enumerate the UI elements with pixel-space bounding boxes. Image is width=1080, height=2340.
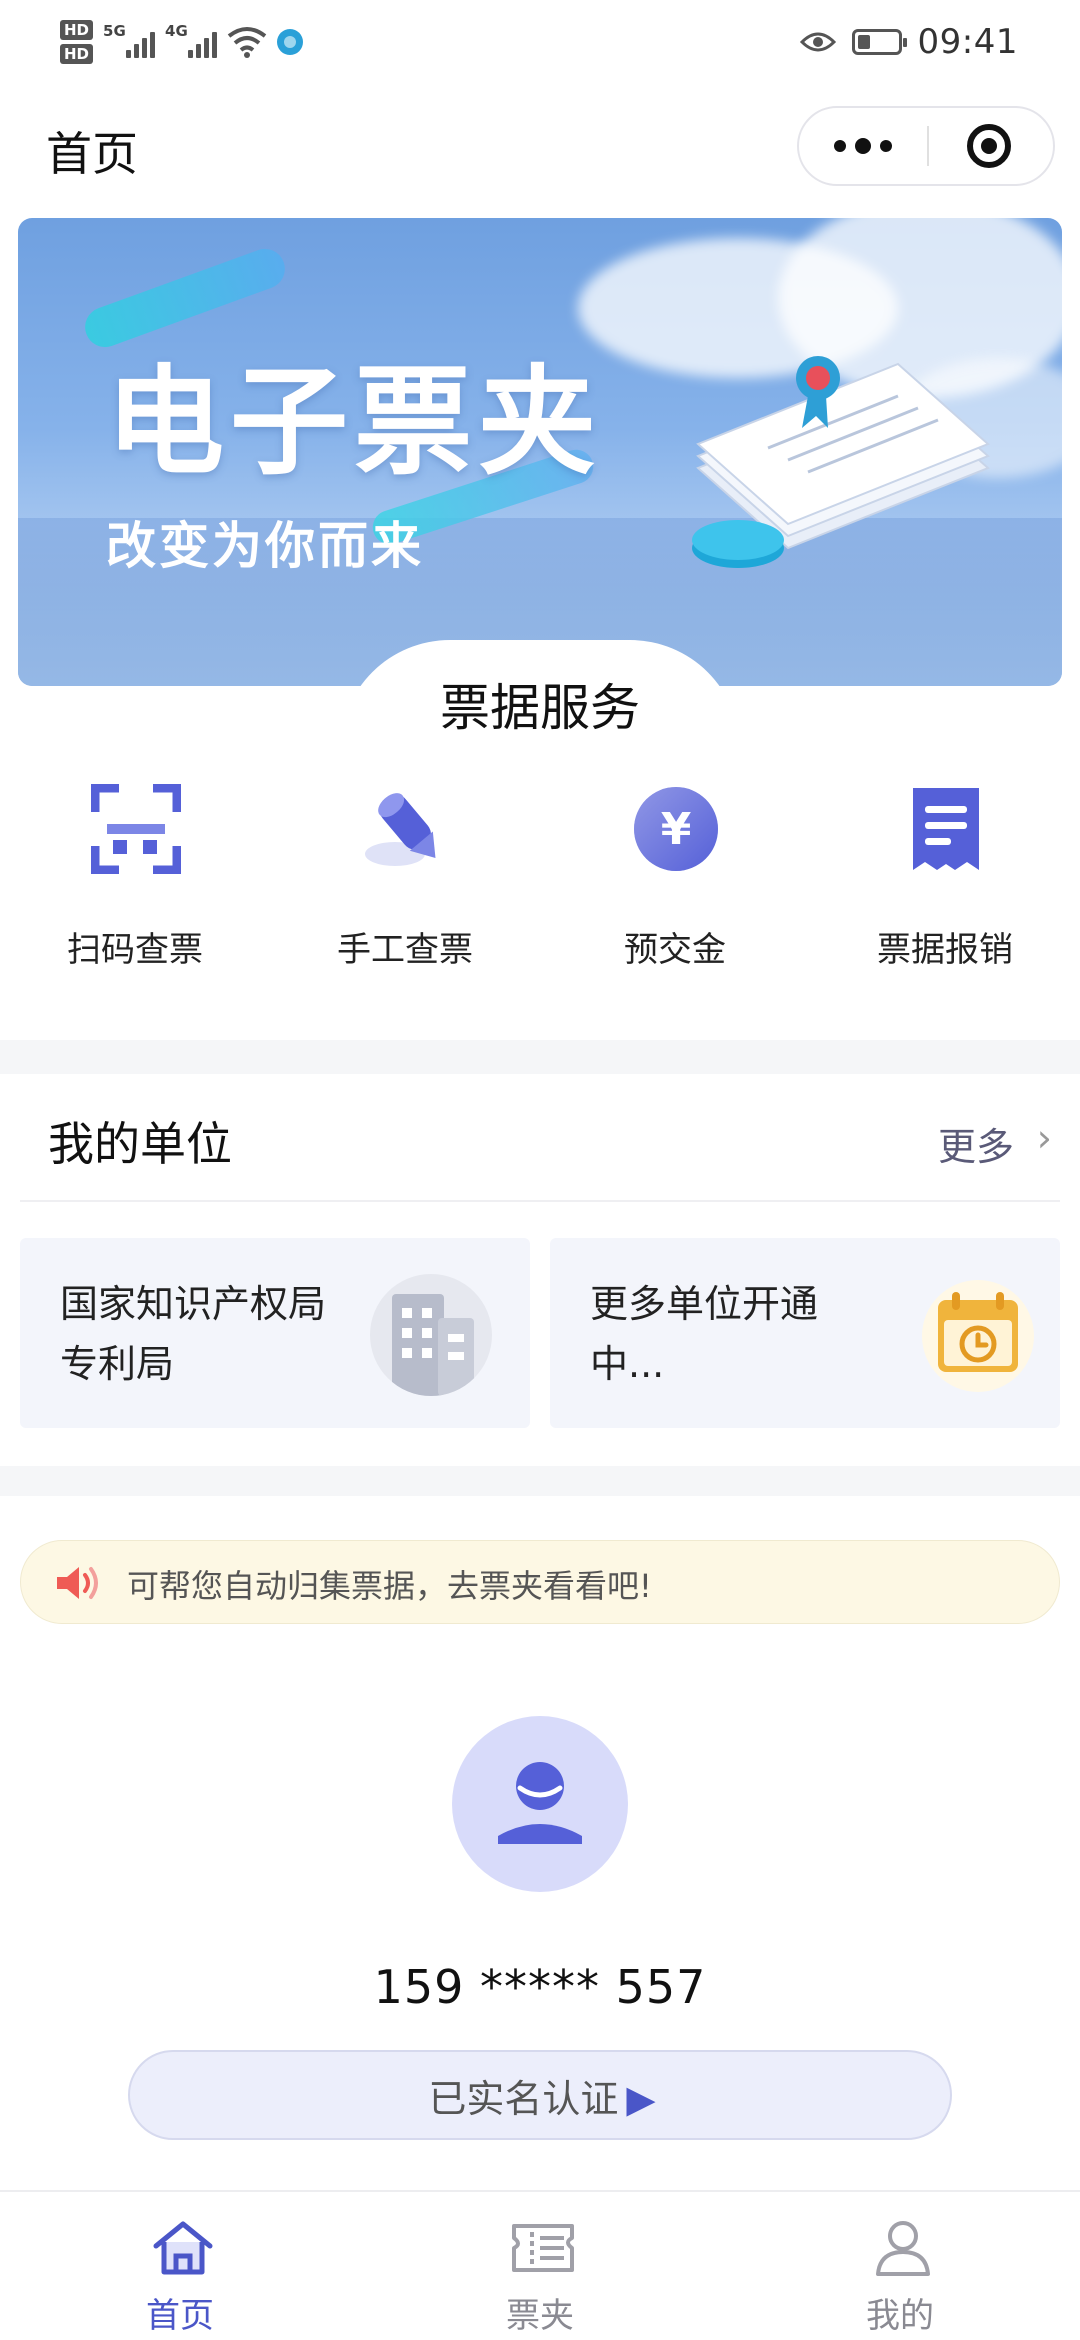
- tab-label: 票夹: [506, 2296, 574, 2336]
- verification-status-button[interactable]: 已实名认证 ▶: [128, 2050, 952, 2140]
- verify-label-row: 已实名认证 ▶: [130, 2068, 954, 2123]
- notice-bar[interactable]: 可帮您自动归集票据，去票夹看看吧!: [20, 1540, 1060, 1624]
- tab-label: 我的: [866, 2296, 934, 2336]
- service-label: 预交金: [624, 930, 726, 970]
- service-label: 扫码查票: [67, 930, 203, 970]
- documents-illustration-icon: [692, 356, 990, 568]
- tab-mine[interactable]: 我的: [720, 2192, 1080, 2340]
- status-bar: HD HD 5G 4G 09:41: [0, 0, 1080, 84]
- unit-name: 国家知识产权局专利局: [60, 1282, 327, 1386]
- hd-badge-2: HD: [60, 44, 94, 64]
- service-prepayment[interactable]: ¥ 预交金: [540, 760, 810, 1020]
- scan-qr-icon: [91, 784, 181, 874]
- receipt-icon: [913, 788, 979, 870]
- mini-program-capsule: [797, 106, 1055, 186]
- building-icon: [370, 1274, 492, 1396]
- more-units-link[interactable]: 更多: [938, 1116, 1014, 1171]
- page-title: 首页: [46, 127, 138, 181]
- eye-icon: [799, 32, 836, 52]
- person-icon: [876, 2221, 930, 2276]
- more-menu-button[interactable]: [799, 108, 927, 184]
- verify-label: 已实名认证: [428, 2077, 619, 2121]
- avatar[interactable]: [452, 1716, 628, 1892]
- service-label: 手工查票: [337, 930, 473, 970]
- signal-4g-icon: 4G: [165, 22, 218, 62]
- pen-icon: [365, 793, 436, 866]
- chevron-right-icon[interactable]: ›: [1037, 1116, 1052, 1160]
- masked-phone-number: 159 ***** 557: [373, 1960, 707, 2014]
- status-right: 09:41: [799, 16, 1018, 68]
- battery-icon: [851, 29, 907, 55]
- promo-banner[interactable]: 电子票夹 改变为你而来: [18, 218, 1062, 686]
- close-target-icon[interactable]: [967, 124, 1011, 168]
- yuan-symbol: ¥: [661, 804, 692, 855]
- calendar-clock-icon: [922, 1280, 1034, 1392]
- my-units-header: 我的单位 更多 ›: [0, 1078, 1080, 1204]
- banner-title: 电子票夹: [106, 353, 603, 491]
- unit-card-more-coming[interactable]: 更多单位开通中...: [550, 1238, 1060, 1428]
- bottom-tab-bar: 首页 票夹 我的: [0, 2190, 1080, 2340]
- home-icon: [153, 2221, 213, 2275]
- speaker-icon: [57, 1567, 98, 1599]
- unit-name: 更多单位开通中...: [590, 1282, 819, 1386]
- capsule-divider: [927, 126, 929, 166]
- notice-text: 可帮您自动归集票据，去票夹看看吧!: [127, 1567, 652, 1605]
- my-units-title: 我的单位: [48, 1117, 232, 1171]
- service-grid: 扫码查票 手工查票 ¥ 预交金 票据报销: [0, 760, 1080, 1030]
- service-manual-query[interactable]: 手工查票: [270, 760, 540, 1020]
- service-section-title: 票据服务: [440, 679, 640, 737]
- service-reimbursement[interactable]: 票据报销: [810, 760, 1080, 1020]
- section-divider: [0, 1040, 1080, 1074]
- person-avatar-icon: [498, 1762, 582, 1844]
- signal-5g-icon: 5G: [103, 22, 156, 62]
- divider: [20, 1200, 1060, 1202]
- sim2-network-label: 4G: [165, 22, 188, 40]
- ticket-folder-icon: [512, 2224, 574, 2272]
- app-notification-icon: [277, 29, 304, 55]
- yuan-coin-icon: ¥: [634, 787, 718, 871]
- hd-indicators: HD HD: [60, 20, 94, 64]
- banner-subtitle: 改变为你而来: [106, 517, 424, 575]
- section-divider: [0, 1466, 1080, 1496]
- sim1-network-label: 5G: [103, 22, 126, 40]
- tab-ticket-folder[interactable]: 票夹: [360, 2192, 720, 2340]
- status-time: 09:41: [917, 22, 1018, 62]
- service-scan-query[interactable]: 扫码查票: [0, 760, 270, 1020]
- tab-label: 首页: [146, 2296, 214, 2336]
- tab-home[interactable]: 首页: [0, 2192, 360, 2340]
- screen: HD HD 5G 4G 09:41 首页 电子票夹 改变为你而来 票据服务 扫码…: [0, 0, 1080, 2340]
- hd-badge-1: HD: [60, 20, 94, 40]
- service-label: 票据报销: [877, 930, 1013, 970]
- status-left: HD HD 5G 4G: [60, 14, 304, 70]
- unit-card-patent-office[interactable]: 国家知识产权局专利局: [20, 1238, 530, 1428]
- wifi-icon: [227, 27, 267, 58]
- play-arrow-icon: ▶: [626, 2077, 656, 2121]
